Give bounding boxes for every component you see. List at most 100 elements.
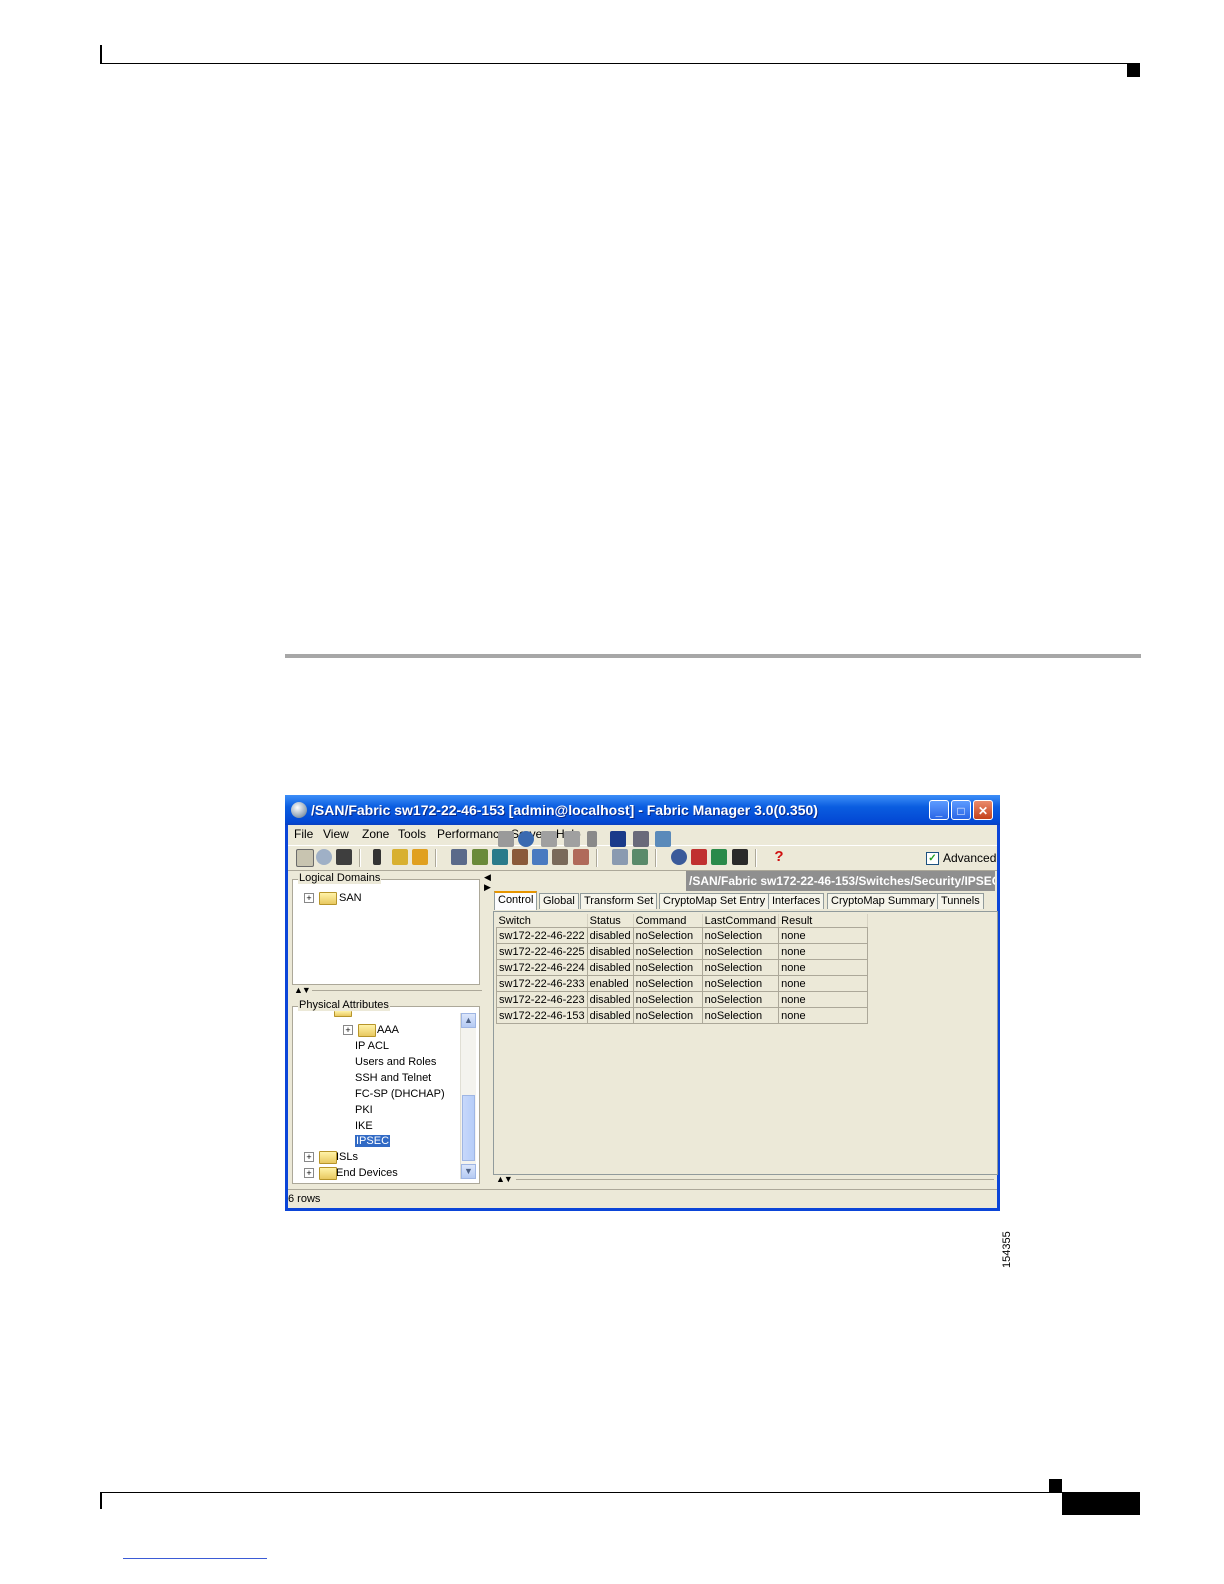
cell-switch[interactable]: sw172-22-46-224 — [496, 959, 588, 976]
maximize-button[interactable]: □ — [951, 800, 971, 820]
folder-icon — [319, 1151, 337, 1164]
tree-item-san[interactable]: SAN — [339, 892, 362, 904]
advanced-label: Advanced — [943, 851, 997, 865]
open-icon[interactable] — [296, 849, 314, 867]
grid-icon[interactable] — [573, 849, 589, 865]
tab-transform-set[interactable]: Transform Set — [580, 893, 658, 909]
tree-item-isls[interactable]: ISLs — [336, 1151, 358, 1163]
expand-icon[interactable]: + — [343, 1025, 353, 1035]
table-row[interactable]: sw172-22-46-225 disabled noSelection noS… — [496, 943, 869, 960]
network-icon[interactable] — [711, 849, 727, 865]
tree-item-users-and-roles[interactable]: Users and Roles — [355, 1056, 436, 1068]
vsan-icon[interactable] — [472, 849, 488, 865]
tab-cryptomap-set-entry[interactable]: CryptoMap Set Entry — [659, 893, 770, 909]
pane-divider-arrows[interactable]: ◀ ▶ — [484, 872, 491, 892]
scroll-up-button[interactable]: ▲ — [461, 1013, 476, 1028]
advanced-checkbox[interactable]: ✓ — [926, 852, 939, 865]
column-header-command[interactable]: Command — [633, 914, 703, 928]
tree-item-ipsec[interactable]: IPSEC — [355, 1135, 391, 1147]
cell-switch[interactable]: sw172-22-46-153 — [496, 1007, 588, 1024]
expand-icon[interactable]: + — [304, 893, 314, 903]
user-icon[interactable] — [552, 849, 568, 865]
fcip-icon[interactable] — [532, 849, 548, 865]
paste-icon[interactable] — [564, 831, 580, 847]
table-row[interactable]: sw172-22-46-233 enabled noSelection noSe… — [496, 975, 869, 992]
refresh-icon[interactable] — [518, 831, 534, 847]
tree-item-aaa[interactable]: AAA — [377, 1024, 399, 1036]
tree-item-ssh-and-telnet[interactable]: SSH and Telnet — [355, 1072, 431, 1084]
table-row[interactable]: sw172-22-46-224 disabled noSelection noS… — [496, 959, 869, 976]
cell-status[interactable]: disabled — [586, 943, 634, 960]
cell-switch[interactable]: sw172-22-46-222 — [496, 927, 588, 944]
save-icon[interactable] — [610, 831, 626, 847]
tree-item-ike[interactable]: IKE — [355, 1120, 373, 1132]
map-icon[interactable] — [612, 849, 628, 865]
binoculars-icon[interactable] — [336, 849, 352, 865]
cell-status[interactable]: enabled — [586, 975, 634, 992]
tab-interfaces[interactable]: Interfaces — [768, 893, 825, 909]
column-header-result[interactable]: Result — [778, 914, 869, 928]
cell-status[interactable]: disabled — [586, 959, 634, 976]
splitter-arrows[interactable]: ▲▼ — [294, 985, 311, 995]
menu-tools[interactable]: Tools — [398, 827, 426, 841]
cell-lastcommand: noSelection — [701, 959, 780, 976]
expand-icon[interactable]: + — [304, 1168, 314, 1178]
cell-command[interactable]: noSelection — [632, 959, 703, 976]
cell-status[interactable]: disabled — [586, 927, 634, 944]
flow-icon[interactable] — [492, 849, 508, 865]
ivr-icon[interactable] — [512, 849, 528, 865]
menu-file[interactable]: File — [294, 827, 313, 841]
tree-item-fc-sp[interactable]: FC-SP (DHCHAP) — [355, 1088, 445, 1100]
tree-item-ip-acl[interactable]: IP ACL — [355, 1040, 389, 1052]
column-header-status[interactable]: Status — [587, 914, 634, 928]
help-icon[interactable]: ? — [771, 849, 787, 865]
cell-switch[interactable]: sw172-22-46-233 — [496, 975, 588, 992]
tree-scrollbar[interactable]: ▲ ▼ — [460, 1013, 476, 1179]
lock-icon[interactable] — [392, 849, 408, 865]
device-manager-icon[interactable] — [671, 849, 687, 865]
cell-command[interactable]: noSelection — [632, 975, 703, 992]
cell-status[interactable]: disabled — [586, 991, 634, 1008]
cell-command[interactable]: noSelection — [632, 943, 703, 960]
undo-icon[interactable] — [587, 831, 597, 847]
menu-performance[interactable]: Performance — [437, 827, 506, 841]
toolbar-separator — [655, 849, 657, 867]
security-icon[interactable] — [691, 849, 707, 865]
tab-cryptomap-summary[interactable]: CryptoMap Summary — [827, 893, 939, 909]
menu-zone[interactable]: Zone — [362, 827, 389, 841]
cell-switch[interactable]: sw172-22-46-225 — [496, 943, 588, 960]
tree-item-pki[interactable]: PKI — [355, 1104, 373, 1116]
detail-splitter-arrows[interactable]: ▲▼ — [496, 1174, 513, 1184]
tree-item-end-devices[interactable]: End Devices — [336, 1167, 398, 1179]
expand-icon[interactable]: + — [304, 1152, 314, 1162]
scroll-down-button[interactable]: ▼ — [461, 1164, 476, 1179]
column-header-lastcommand[interactable]: LastCommand — [702, 914, 780, 928]
tab-tunnels[interactable]: Tunnels — [937, 893, 984, 909]
copy-icon[interactable] — [541, 831, 557, 847]
switch-icon[interactable] — [373, 849, 381, 865]
export-icon[interactable] — [655, 831, 671, 847]
column-header-switch[interactable]: Switch — [496, 914, 588, 928]
report-icon[interactable] — [632, 849, 648, 865]
zone-icon[interactable] — [451, 849, 467, 865]
discover-icon[interactable] — [316, 849, 332, 865]
wizard-icon[interactable] — [412, 849, 428, 865]
cell-status[interactable]: disabled — [586, 1007, 634, 1024]
tab-control[interactable]: Control — [494, 891, 538, 910]
cell-switch[interactable]: sw172-22-46-223 — [496, 991, 588, 1008]
back-icon[interactable] — [498, 831, 514, 847]
splitter-line — [312, 990, 482, 991]
tab-global[interactable]: Global — [539, 893, 579, 909]
table-row[interactable]: sw172-22-46-153 disabled noSelection noS… — [496, 1007, 869, 1024]
scroll-thumb[interactable] — [462, 1095, 475, 1161]
print-icon[interactable] — [633, 831, 649, 847]
table-row[interactable]: sw172-22-46-223 disabled noSelection noS… — [496, 991, 869, 1008]
cell-command[interactable]: noSelection — [632, 927, 703, 944]
cell-command[interactable]: noSelection — [632, 991, 703, 1008]
minimize-button[interactable]: _ — [929, 800, 949, 820]
terminal-icon[interactable] — [732, 849, 748, 865]
cell-command[interactable]: noSelection — [632, 1007, 703, 1024]
close-button[interactable]: ✕ — [973, 800, 993, 820]
table-row[interactable]: sw172-22-46-222 disabled noSelection noS… — [496, 927, 869, 944]
menu-view[interactable]: View — [323, 827, 349, 841]
